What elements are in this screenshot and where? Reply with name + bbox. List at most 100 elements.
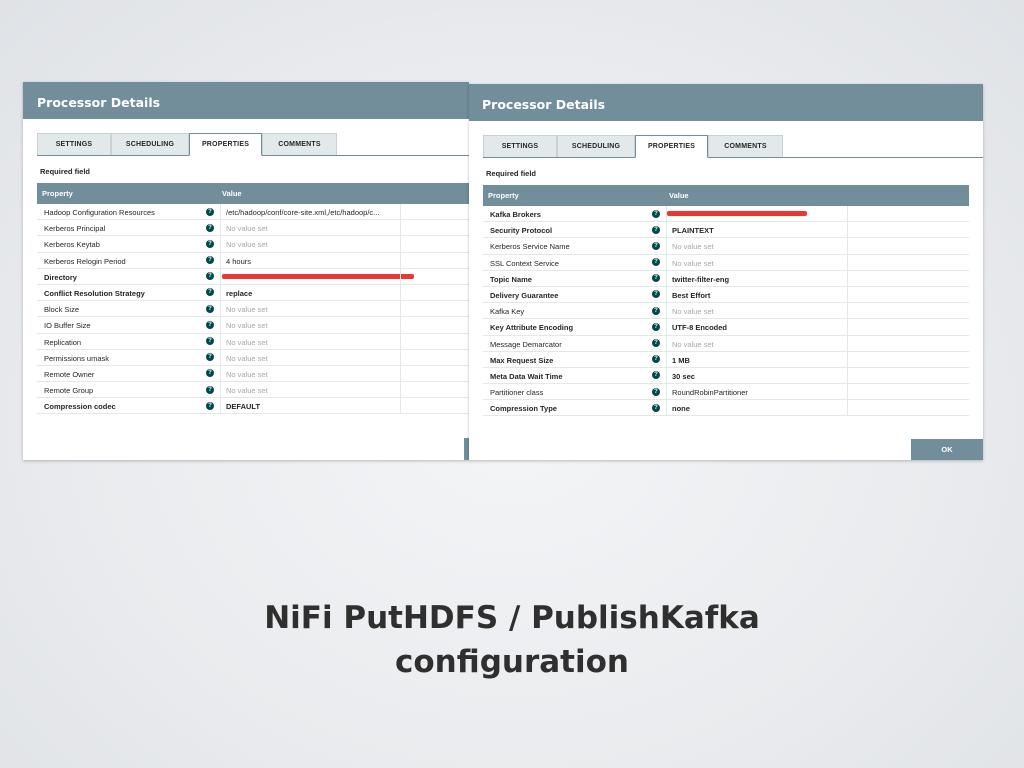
tab-settings[interactable]: SETTINGS bbox=[483, 135, 557, 157]
column-divider bbox=[220, 349, 221, 365]
property-name: IO Buffer Size bbox=[44, 321, 91, 331]
property-value[interactable]: No value set bbox=[226, 321, 404, 330]
column-divider bbox=[220, 236, 221, 252]
table-row[interactable]: Max Request Size? 1 MB bbox=[483, 351, 969, 368]
table-row[interactable]: Compression codec? DEFAULT bbox=[37, 398, 469, 415]
property-value[interactable]: No value set bbox=[672, 259, 842, 268]
help-icon[interactable]: ? bbox=[652, 403, 660, 412]
property-value[interactable]: replace bbox=[226, 289, 404, 298]
property-value[interactable]: 4 hours bbox=[226, 257, 404, 266]
table-row[interactable]: Meta Data Wait Time? 30 sec bbox=[483, 367, 969, 385]
table-row[interactable]: Block Size? No value set bbox=[37, 301, 469, 318]
property-value[interactable]: No value set bbox=[226, 240, 404, 249]
help-icon[interactable]: ? bbox=[652, 209, 660, 218]
property-value[interactable]: PLAINTEXT bbox=[672, 226, 842, 235]
column-divider bbox=[220, 252, 221, 268]
help-icon[interactable]: ? bbox=[206, 207, 214, 216]
tab-scheduling[interactable]: SCHEDULING bbox=[557, 135, 635, 157]
table-row[interactable]: Remote Owner? No value set bbox=[37, 365, 469, 383]
tab-scheduling[interactable]: SCHEDULING bbox=[111, 133, 189, 155]
help-icon[interactable]: ? bbox=[652, 355, 660, 364]
table-row[interactable]: Kafka Key? No value set bbox=[483, 303, 969, 320]
property-value[interactable]: /etc/hadoop/conf/core-site.xml,/etc/hado… bbox=[226, 208, 404, 217]
property-value[interactable]: 30 sec bbox=[672, 372, 842, 381]
help-icon[interactable]: ? bbox=[652, 225, 660, 234]
help-icon[interactable]: ? bbox=[652, 290, 660, 299]
property-value[interactable]: No value set bbox=[226, 338, 404, 347]
column-divider bbox=[847, 400, 848, 416]
table-row[interactable]: Topic Name? twitter-filter-eng bbox=[483, 270, 969, 287]
property-value[interactable]: No value set bbox=[672, 307, 842, 316]
help-icon[interactable]: ? bbox=[652, 306, 660, 315]
table-row[interactable]: IO Buffer Size? No value set bbox=[37, 317, 469, 334]
help-icon[interactable]: ? bbox=[206, 353, 214, 362]
property-value[interactable]: DEFAULT bbox=[226, 402, 404, 411]
property-value[interactable]: No value set bbox=[672, 242, 842, 251]
column-divider bbox=[847, 303, 848, 319]
help-icon[interactable]: ? bbox=[206, 272, 214, 281]
tab-properties[interactable]: PROPERTIES bbox=[635, 135, 708, 158]
help-icon[interactable]: ? bbox=[206, 401, 214, 410]
table-row[interactable]: Security Protocol? PLAINTEXT bbox=[483, 222, 969, 239]
property-value[interactable]: Best Effort bbox=[672, 291, 842, 300]
table-header: Property Value bbox=[483, 185, 969, 206]
help-icon[interactable]: ? bbox=[652, 387, 660, 396]
help-icon[interactable]: ? bbox=[206, 256, 214, 265]
column-divider bbox=[400, 220, 401, 236]
table-row[interactable]: Kerberos Relogin Period? 4 hours bbox=[37, 252, 469, 269]
help-icon[interactable]: ? bbox=[206, 385, 214, 394]
column-divider bbox=[847, 206, 848, 222]
property-value[interactable]: No value set bbox=[226, 370, 404, 379]
table-row[interactable]: Replication? No value set bbox=[37, 333, 469, 350]
property-name: Directory bbox=[44, 272, 77, 282]
table-row[interactable]: SSL Context Service? No value set bbox=[483, 254, 969, 271]
help-icon[interactable]: ? bbox=[652, 322, 660, 331]
property-value[interactable]: No value set bbox=[226, 354, 404, 363]
property-value[interactable]: RoundRobinPartitioner bbox=[672, 388, 842, 397]
property-value[interactable]: 1 MB bbox=[672, 356, 842, 365]
column-divider bbox=[400, 398, 401, 414]
help-icon[interactable]: ? bbox=[206, 223, 214, 232]
help-icon[interactable]: ? bbox=[206, 337, 214, 345]
table-row[interactable]: Hadoop Configuration Resources? /etc/hado… bbox=[37, 204, 469, 221]
help-icon[interactable]: ? bbox=[206, 304, 214, 313]
property-value[interactable]: none bbox=[672, 404, 842, 413]
table-row[interactable]: Permissions umask? No value set bbox=[37, 349, 469, 366]
column-divider bbox=[666, 286, 667, 303]
ok-button[interactable]: OK bbox=[911, 439, 983, 460]
column-divider bbox=[220, 382, 221, 398]
tab-properties[interactable]: PROPERTIES bbox=[189, 133, 262, 156]
table-row[interactable]: Kerberos Service Name? No value set bbox=[483, 238, 969, 255]
tab-settings[interactable]: SETTINGS bbox=[37, 133, 111, 155]
table-row[interactable]: Delivery Guarantee? Best Effort bbox=[483, 286, 969, 304]
table-row[interactable]: Message Demarcator? No value set bbox=[483, 335, 969, 352]
property-value[interactable]: No value set bbox=[226, 386, 404, 395]
help-icon[interactable]: ? bbox=[652, 258, 660, 267]
table-row[interactable]: Kafka Brokers? bbox=[483, 206, 969, 223]
help-icon[interactable]: ? bbox=[652, 339, 660, 347]
help-icon[interactable]: ? bbox=[206, 239, 214, 248]
property-value[interactable]: No value set bbox=[226, 305, 404, 314]
help-icon[interactable]: ? bbox=[206, 369, 214, 378]
table-row[interactable]: Directory? bbox=[37, 268, 469, 285]
table-row[interactable]: Compression Type? none bbox=[483, 400, 969, 417]
property-value[interactable]: twitter-filter-eng bbox=[672, 275, 842, 284]
table-row[interactable]: Partitioner class? RoundRobinPartitioner bbox=[483, 384, 969, 401]
help-icon[interactable]: ? bbox=[206, 320, 214, 329]
property-name: Hadoop Configuration Resources bbox=[44, 208, 155, 217]
property-name: Kafka Brokers bbox=[490, 210, 541, 219]
tab-comments[interactable]: COMMENTS bbox=[262, 133, 337, 155]
table-row[interactable]: Remote Group? No value set bbox=[37, 382, 469, 399]
help-icon[interactable]: ? bbox=[652, 241, 660, 250]
table-row[interactable]: Kerberos Principal? No value set bbox=[37, 220, 469, 237]
help-icon[interactable]: ? bbox=[652, 274, 660, 283]
property-value[interactable]: No value set bbox=[226, 224, 404, 233]
help-icon[interactable]: ? bbox=[206, 288, 214, 297]
property-value[interactable]: UTF-8 Encoded bbox=[672, 323, 842, 332]
table-row[interactable]: Conflict Resolution Strategy? replace bbox=[37, 284, 469, 302]
table-row[interactable]: Key Attribute Encoding? UTF-8 Encoded bbox=[483, 319, 969, 336]
tab-comments[interactable]: COMMENTS bbox=[708, 135, 783, 157]
property-value[interactable]: No value set bbox=[672, 340, 842, 349]
table-row[interactable]: Kerberos Keytab? No value set bbox=[37, 236, 469, 253]
help-icon[interactable]: ? bbox=[652, 371, 660, 380]
